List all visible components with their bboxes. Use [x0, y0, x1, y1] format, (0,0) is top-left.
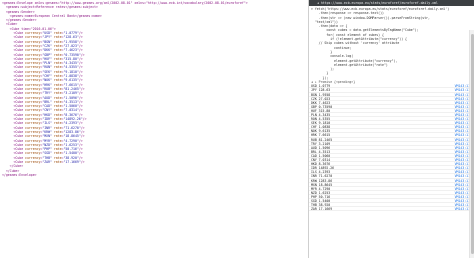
log-source-link[interactable]: VM143:11 [455, 207, 470, 211]
devtools-console: ◄ https://www.ecb.europa.eu/stats/eurofx… [308, 0, 474, 258]
log-rate: 17.1669 [316, 207, 333, 212]
console-input-code[interactable]: > fetch('https://www.ecb.europa.eu/stats… [309, 6, 474, 80]
xml-rate-value: 17.1669 [65, 159, 79, 164]
console-scrollbar[interactable] [469, 30, 474, 258]
xml-envelope-close: </gesmes:Envelope> [2, 172, 37, 177]
console-log-list: USD 1.0779 VM143:11 JPY 128.63 VM143:11 BGN … [309, 84, 474, 212]
xml-viewer: <gesmes:Envelope xmlns:gesmes="http://ww… [0, 0, 308, 258]
xml-rate-list: <Cube currency="USD" rate="1.0779"/> <Cu… [2, 31, 308, 164]
console-log-row: ZAR 17.1669 VM143:11 [309, 207, 474, 212]
